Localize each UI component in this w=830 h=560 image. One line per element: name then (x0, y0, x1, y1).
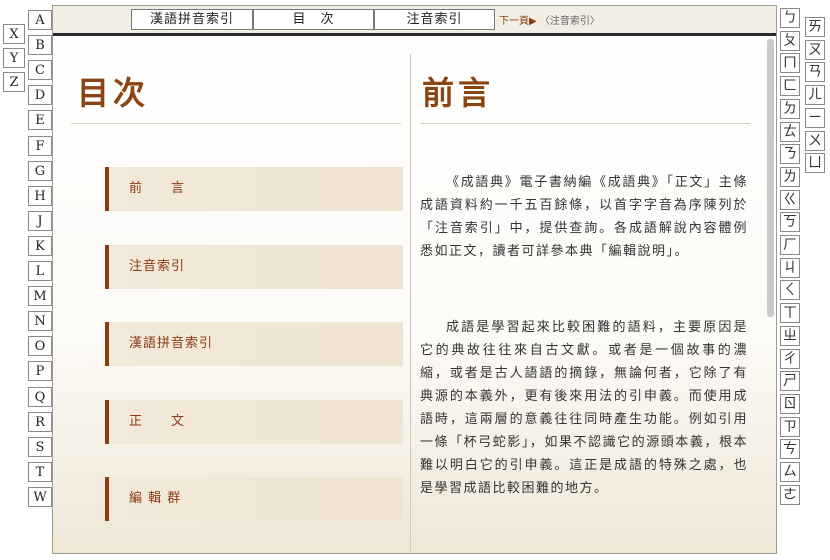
book-frame: 漢語拼音索引 目 次 注音索引 下一頁▶ 〈注音索引〉 目次 前 言注音索引 漢語… (52, 5, 777, 554)
zhuyin-tab[interactable]: ㄖ (780, 393, 800, 414)
zhuyin-tab[interactable]: ㄩ (805, 153, 825, 174)
letter-tab[interactable]: Y (3, 48, 25, 68)
zhuyin-tab[interactable]: ㄊ (780, 121, 800, 142)
preface-title-rule (420, 123, 750, 124)
letter-tab[interactable]: B (28, 35, 52, 56)
zhuyin-tab[interactable]: ㄌ (780, 166, 800, 187)
contents-menu-item[interactable]: 正 文 (105, 399, 403, 444)
contents-menu-item[interactable]: 編 輯 群 (105, 477, 403, 521)
letter-tab[interactable]: A (28, 10, 52, 30)
next-page-link[interactable]: 下一頁▶ 〈注音索引〉 (499, 12, 600, 27)
letter-tab[interactable]: X (3, 24, 25, 44)
scrollbar-thumb[interactable] (767, 39, 774, 317)
zhuyin-tab[interactable]: ㄅ (780, 8, 800, 28)
letter-tab[interactable]: K (28, 235, 52, 256)
zhuyin-tab[interactable]: ㄢ (805, 62, 825, 83)
zhuyin-tab[interactable]: ㄗ (780, 416, 800, 437)
letter-tab[interactable]: G (28, 160, 52, 181)
zhuyin-tab[interactable]: ㄈ (780, 76, 800, 97)
zhuyin-tab[interactable]: ㄆ (780, 30, 800, 51)
contents-button[interactable]: 目 次 (253, 9, 374, 30)
preface-paragraph-2: 成語是學習起來比較困難的語料，主要原因是它的典故往往來自古文獻。或者是一個故事的… (420, 320, 748, 496)
preface-title: 前言 (422, 74, 495, 112)
zhuyin-tab[interactable]: ㄜ (780, 484, 800, 505)
letter-tab[interactable]: P (28, 361, 52, 382)
zhuyin-tab[interactable]: ㄐ (780, 257, 800, 278)
contents-menu-item[interactable]: 前 言 (105, 167, 403, 211)
letter-tab[interactable]: Q (28, 386, 52, 407)
next-page-target: 〈注音索引〉 (539, 16, 600, 27)
zhuyin-tab[interactable]: ㄉ (780, 98, 800, 119)
zhuyin-tab[interactable]: ㄡ (805, 39, 825, 60)
letter-tab[interactable]: M (28, 286, 52, 307)
zhuyin-tab[interactable]: ㄏ (780, 235, 800, 255)
zhuyin-tab[interactable]: ㄓ (780, 325, 800, 346)
contents-title-rule (71, 123, 401, 124)
letter-tab[interactable]: D (28, 85, 52, 106)
next-page-label: 下一頁▶ (499, 16, 537, 27)
zhuyin-tab[interactable]: ㄎ (780, 212, 800, 233)
letter-tab[interactable]: O (28, 336, 52, 357)
letter-tab[interactable]: N (28, 311, 52, 332)
zhuyin-tab[interactable]: ㄇ (780, 53, 800, 74)
pinyin-index-button[interactable]: 漢語拼音索引 (131, 9, 253, 30)
page-divider (410, 54, 411, 554)
zhuyin-tab[interactable]: ㄘ (780, 439, 800, 460)
preface-paragraph-1: 《成語典》電子書納編《成語典》「正文」主條成語資料約一千五百餘條，以首字字音為序… (420, 175, 748, 259)
letter-tab[interactable]: S (28, 436, 52, 457)
contents-menu-item[interactable]: 漢語拼音索引 (105, 322, 403, 366)
letter-tab[interactable]: L (28, 261, 52, 281)
letter-tab[interactable]: R (28, 411, 52, 432)
letter-tab[interactable]: T (28, 461, 52, 482)
top-navigation-bar: 漢語拼音索引 目 次 注音索引 下一頁▶ 〈注音索引〉 (53, 6, 776, 36)
zhuyin-index-button[interactable]: 注音索引 (374, 9, 495, 30)
zhuyin-tab[interactable]: ㄦ (805, 85, 825, 106)
zhuyin-tab[interactable]: ㄕ (780, 371, 800, 392)
zhuyin-tab[interactable]: ㄨ (805, 130, 825, 151)
letter-tab[interactable]: Z (3, 72, 25, 92)
zhuyin-tab[interactable]: ㄑ (780, 280, 800, 301)
letter-tab[interactable]: W (28, 486, 52, 507)
zhuyin-tab[interactable]: ㄔ (780, 348, 800, 369)
contents-title: 目次 (77, 74, 150, 112)
contents-menu-item[interactable]: 注音索引 (105, 244, 403, 289)
zhuyin-tab[interactable]: ㄧ (805, 107, 825, 128)
letter-tab[interactable]: H (28, 185, 52, 206)
zhuyin-tab[interactable]: ㄙ (780, 462, 800, 482)
letter-tab[interactable]: E (28, 110, 52, 131)
zhuyin-tab[interactable]: ㄞ (805, 17, 825, 37)
letter-tab[interactable]: J (28, 210, 52, 231)
zhuyin-tab[interactable]: ㄍ (780, 189, 800, 210)
zhuyin-tab[interactable]: ㄋ (780, 144, 800, 165)
letter-tab[interactable]: C (28, 60, 52, 81)
zhuyin-tab[interactable]: ㄒ (780, 303, 800, 324)
letter-tab[interactable]: F (28, 135, 52, 156)
